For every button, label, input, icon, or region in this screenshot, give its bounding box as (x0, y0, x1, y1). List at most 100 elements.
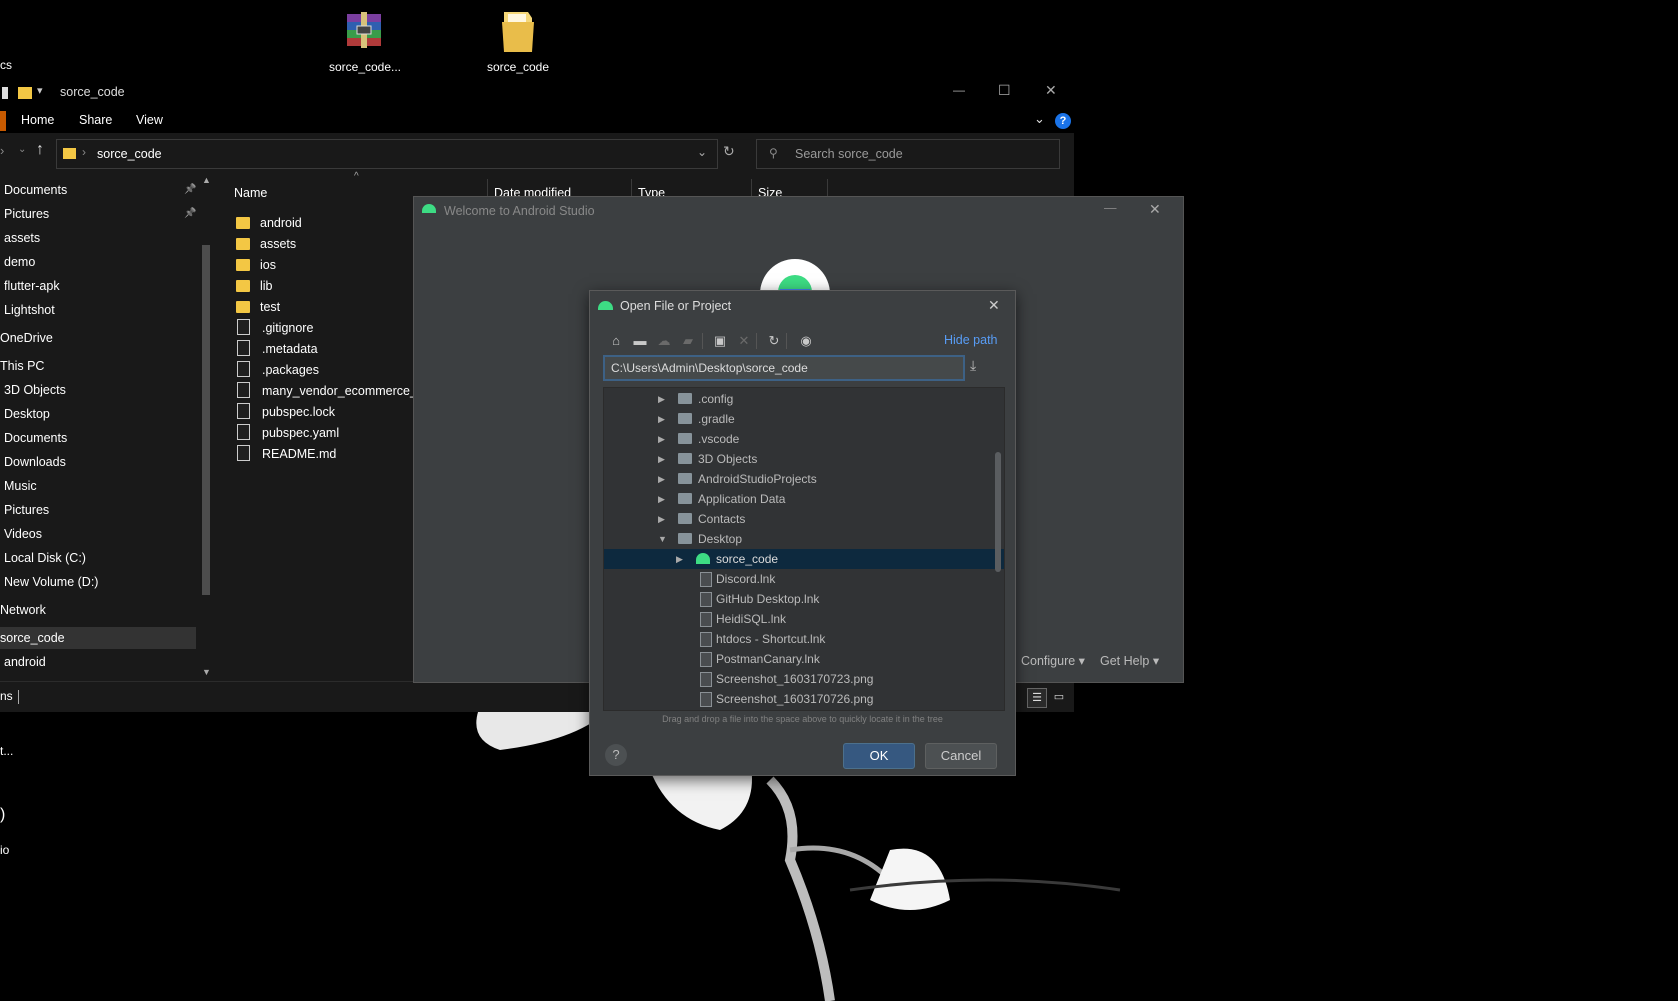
tree-node[interactable]: Screenshot_1603170723.png (604, 669, 1004, 689)
file-list-item[interactable]: test (236, 297, 280, 318)
show-hidden-files-icon[interactable]: ◉ (796, 331, 816, 351)
tree-node[interactable]: Screenshot_1603170726.png (604, 689, 1004, 709)
help-icon[interactable]: ? (1055, 113, 1071, 129)
sidebar-item[interactable]: Lightshot (0, 299, 55, 321)
refresh-icon[interactable]: ↻ (723, 143, 735, 160)
tree-node[interactable]: HeidiSQL.lnk (604, 609, 1004, 629)
expand-arrow-right-icon[interactable]: ▶ (658, 489, 668, 509)
sidebar-item[interactable]: Videos (0, 523, 42, 545)
large-icons-view-icon[interactable]: ▭ (1050, 688, 1068, 706)
recent-locations-icon[interactable]: ⌄ (18, 144, 26, 155)
address-box[interactable]: › sorce_code ⌄ (56, 139, 718, 169)
scroll-down-icon[interactable]: ▼ (202, 667, 211, 677)
sidebar-item[interactable]: Music (0, 475, 37, 497)
pin-icon[interactable]: 📌 (184, 179, 196, 201)
close-button[interactable]: ✕ (1045, 82, 1057, 99)
sidebar-item[interactable]: assets (0, 227, 40, 249)
expand-arrow-right-icon[interactable]: ▶ (658, 509, 668, 529)
tree-scrollbar-thumb[interactable] (995, 452, 1001, 572)
expand-arrow-right-icon[interactable]: ▶ (658, 409, 668, 429)
tree-node[interactable]: ▼ Desktop (604, 529, 1004, 549)
get-help-menu[interactable]: Get Help ▾ (1100, 653, 1159, 668)
sidebar-item[interactable]: flutter-apk (0, 275, 60, 297)
desktop-icon[interactable]: ▬ (630, 331, 650, 351)
cancel-button[interactable]: Cancel (925, 743, 997, 769)
path-input[interactable] (603, 355, 965, 381)
refresh-icon[interactable]: ↻ (764, 331, 784, 351)
pin-icon[interactable]: 📌 (184, 203, 196, 225)
download-icon[interactable]: ⤓ (970, 357, 976, 374)
expand-arrow-right-icon[interactable]: ▶ (676, 549, 686, 569)
scrollbar-thumb[interactable] (202, 245, 210, 595)
sidebar-item[interactable]: Desktop (0, 403, 50, 425)
tree-node[interactable]: GitHub Desktop.lnk (604, 589, 1004, 609)
minimize-button[interactable]: — (953, 83, 965, 97)
forward-icon[interactable]: › (0, 143, 4, 158)
sidebar-item[interactable]: Local Disk (C:) (0, 547, 86, 569)
tree-node[interactable]: Discord.lnk (604, 569, 1004, 589)
chevron-down-icon[interactable]: ⌄ (697, 145, 707, 159)
scroll-up-icon[interactable]: ▲ (202, 175, 211, 185)
close-button[interactable]: ✕ (988, 297, 1000, 314)
sidebar-item[interactable]: OneDrive (0, 327, 53, 349)
dropdown-icon[interactable]: ▾ (37, 84, 43, 97)
file-list-item[interactable]: ios (236, 255, 276, 276)
maximize-button[interactable]: ☐ (998, 82, 1011, 99)
sidebar-item[interactable]: Pictures (0, 499, 49, 521)
tree-node[interactable]: htdocs - Shortcut.lnk (604, 629, 1004, 649)
tab-home[interactable]: Home (21, 113, 54, 127)
expand-arrow-right-icon[interactable]: ▶ (658, 429, 668, 449)
search-input[interactable]: ⚲ Search sorce_code (756, 139, 1060, 169)
expand-arrow-right-icon[interactable]: ▶ (658, 389, 668, 409)
sidebar-item[interactable]: demo (0, 251, 35, 273)
nav-scrollbar[interactable]: ▲ ▼ (200, 175, 212, 681)
tree-node[interactable]: ▶ .vscode (604, 429, 1004, 449)
sidebar-item[interactable]: android (0, 651, 46, 673)
up-arrow-icon[interactable]: ↑ (36, 141, 44, 159)
file-list-item[interactable]: assets (236, 234, 296, 255)
tree-node[interactable]: ▶ .gradle (604, 409, 1004, 429)
file-list-item[interactable]: android (236, 213, 302, 234)
expand-arrow-right-icon[interactable]: ▶ (658, 469, 668, 489)
sidebar-item[interactable]: Documents 📌 (0, 179, 196, 201)
expand-arrow-down-icon[interactable]: ▼ (658, 529, 668, 549)
file-list-item[interactable]: .gitignore (236, 318, 313, 339)
minimize-button[interactable]: — (1104, 201, 1117, 215)
details-view-icon[interactable]: ☰ (1027, 688, 1047, 708)
sidebar-item[interactable]: New Volume (D:) (0, 571, 98, 593)
home-icon[interactable]: ⌂ (606, 331, 626, 351)
breadcrumb[interactable]: sorce_code (97, 147, 162, 161)
tree-node[interactable]: ▶ .config (604, 389, 1004, 409)
tree-node[interactable]: ▶ 3D Objects (604, 449, 1004, 469)
file-list-item[interactable]: pubspec.yaml (236, 423, 339, 444)
file-tab[interactable] (0, 111, 6, 131)
quick-access-icon[interactable] (2, 87, 8, 99)
file-list-item[interactable]: pubspec.lock (236, 402, 335, 423)
sidebar-item[interactable]: This PC (0, 355, 44, 377)
sidebar-item[interactable]: Pictures 📌 (0, 203, 196, 225)
desktop-icon-archive[interactable]: sorce_code... (315, 8, 415, 74)
sidebar-item[interactable]: sorce_code (0, 627, 196, 649)
chevron-down-icon[interactable]: ⌄ (1034, 111, 1045, 127)
configure-menu[interactable]: Configure ▾ (1021, 653, 1085, 668)
tree-node[interactable]: ▶ sorce_code (604, 549, 1004, 569)
tab-view[interactable]: View (136, 113, 163, 127)
tree-node[interactable]: ▶ AndroidStudioProjects (604, 469, 1004, 489)
file-list-item[interactable]: README.md (236, 444, 336, 465)
hide-path-link[interactable]: Hide path (944, 333, 998, 347)
sidebar-item[interactable]: Downloads (0, 451, 66, 473)
tree-node[interactable]: ▶ Contacts (604, 509, 1004, 529)
file-list-item[interactable]: lib (236, 276, 273, 297)
expand-arrow-right-icon[interactable]: ▶ (658, 449, 668, 469)
sidebar-item[interactable]: Documents (0, 427, 67, 449)
ok-button[interactable]: OK (843, 743, 915, 769)
tree-node[interactable]: PostmanCanary.lnk (604, 649, 1004, 669)
tab-share[interactable]: Share (79, 113, 112, 127)
file-list-item[interactable]: .metadata (236, 339, 318, 360)
close-button[interactable]: ✕ (1149, 201, 1161, 218)
desktop-icon-folder[interactable]: sorce_code (468, 8, 568, 74)
new-folder-icon[interactable]: ▣ (710, 331, 730, 351)
tree-node[interactable]: ▶ Application Data (604, 489, 1004, 509)
sidebar-item[interactable]: 3D Objects (0, 379, 66, 401)
file-list-item[interactable]: many_vendor_ecommerce_ap (236, 381, 431, 402)
